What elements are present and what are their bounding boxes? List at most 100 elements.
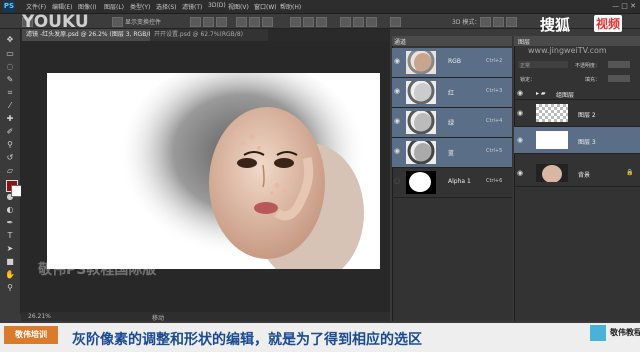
eye-icon[interactable]: ◉: [517, 169, 523, 177]
fill-input[interactable]: [608, 75, 630, 82]
align-hcenter-icon[interactable]: [249, 17, 260, 27]
clone-stamp-tool-icon[interactable]: ⚲: [5, 140, 15, 150]
distribute-hcenter-icon[interactable]: [353, 17, 364, 27]
distribute-right-icon[interactable]: [366, 17, 377, 27]
quick-select-tool-icon[interactable]: ✎: [5, 75, 15, 85]
opacity-input[interactable]: [608, 61, 630, 68]
eye-icon[interactable]: ◉: [394, 87, 400, 95]
hand-tool-icon[interactable]: ✋: [5, 270, 15, 280]
distribute-bottom-icon[interactable]: [316, 17, 327, 27]
layer-name: 图层 3: [578, 139, 596, 146]
layer-row-2[interactable]: ◉ 图层 2: [514, 100, 640, 127]
tab-document-2[interactable]: 开开设置.psd @ 62.7%(RGB/8): [150, 29, 268, 41]
3d-roll-icon[interactable]: [493, 17, 504, 27]
channel-name: Alpha 1: [448, 178, 471, 185]
window-controls[interactable]: — □ ✕: [612, 2, 636, 10]
shape-tool-icon[interactable]: ■: [5, 257, 15, 267]
caption-logo: 敬伟培训: [4, 326, 58, 344]
align-vcenter-icon[interactable]: [203, 17, 214, 27]
menu-image[interactable]: 图像(I): [78, 2, 96, 11]
eye-icon[interactable]: ◉: [394, 117, 400, 125]
channel-shortcut: Ctrl+5: [486, 148, 503, 154]
eye-icon[interactable]: ◉: [517, 109, 523, 117]
zoom-tool-icon[interactable]: ⚲: [5, 283, 15, 293]
channel-thumbnail: [406, 111, 436, 134]
3d-mode-label: 3D 模式：: [452, 19, 481, 26]
caption-text: 灰阶像素的调整和形状的编辑，就是为了得到相应的选区: [72, 332, 422, 348]
3d-pan-icon[interactable]: [506, 17, 517, 27]
pen-tool-icon[interactable]: ✒: [5, 218, 15, 228]
brand-logo-icon: [590, 325, 606, 341]
show-transform-label: 显示变换控件: [125, 19, 162, 26]
channel-thumbnail: [406, 171, 436, 194]
canvas-image[interactable]: [47, 73, 380, 269]
marquee-tool-icon[interactable]: ▭: [5, 49, 15, 59]
align-right-icon[interactable]: [262, 17, 273, 27]
show-transform-checkbox[interactable]: [112, 17, 123, 27]
layer-thumbnail: [536, 131, 568, 149]
channel-name: RGB: [448, 58, 461, 65]
menu-edit[interactable]: 编辑(E): [52, 2, 72, 11]
eye-icon[interactable]: ◉: [394, 57, 400, 65]
channel-row-blue[interactable]: ◉ 蓝 Ctrl+5: [392, 138, 512, 168]
tools-panel: ✥ ▭ ◌ ✎ ⌗ ⁄ ✚ ✐ ⚲ ↺ ▱ ▤ ● ◐ ✒ T ➤ ■ ✋ ⚲: [0, 29, 21, 314]
move-tool-icon[interactable]: ✥: [5, 35, 15, 45]
eye-icon[interactable]: ◌: [394, 177, 400, 185]
lasso-tool-icon[interactable]: ◌: [5, 62, 15, 72]
healing-brush-tool-icon[interactable]: ✚: [5, 114, 15, 124]
tab-document-1[interactable]: 滤镜 -红头发原.psd @ 26.2% (图层 3, RGB/8) *: [22, 29, 159, 41]
tab-channels[interactable]: 通道: [394, 37, 406, 46]
zoom-level[interactable]: 26.21%: [28, 313, 51, 320]
menu-view[interactable]: 视图(V): [228, 2, 249, 11]
photoshop-logo-icon: PS: [3, 1, 15, 12]
channel-row-rgb[interactable]: ◉ RGB Ctrl+2: [392, 48, 512, 78]
eye-icon[interactable]: ◉: [517, 89, 523, 97]
eye-icon[interactable]: ◉: [517, 136, 523, 144]
lock-icon: 🔒: [626, 169, 634, 176]
distribute-center-icon[interactable]: [303, 17, 314, 27]
menu-help[interactable]: 帮助(H): [280, 2, 301, 11]
menu-type[interactable]: 类型(Y): [130, 2, 150, 11]
layer-name: 图层 2: [578, 112, 596, 119]
eye-icon[interactable]: ◉: [394, 147, 400, 155]
layer-row-background[interactable]: ◉ 背景 🔒: [514, 160, 640, 187]
channel-shortcut: Ctrl+4: [486, 118, 503, 124]
menu-select[interactable]: 选择(S): [156, 2, 177, 11]
channel-thumbnail: [406, 141, 436, 164]
menu-file[interactable]: 文件(F): [26, 2, 46, 11]
history-brush-tool-icon[interactable]: ↺: [5, 153, 15, 163]
channel-row-alpha[interactable]: ◌ Alpha 1 Ctrl+6: [392, 168, 512, 198]
crop-tool-icon[interactable]: ⌗: [5, 88, 15, 98]
3d-rotate-icon[interactable]: [480, 17, 491, 27]
channel-row-green[interactable]: ◉ 绿 Ctrl+4: [392, 108, 512, 138]
caption-brand: 敬伟教程: [610, 328, 640, 337]
fill-label: 填充：: [585, 77, 601, 83]
layer-thumbnail: [536, 164, 568, 183]
document-tabs: 滤镜 -红头发原.psd @ 26.2% (图层 3, RGB/8) * 开开设…: [20, 29, 390, 41]
type-tool-icon[interactable]: T: [5, 231, 15, 241]
path-select-tool-icon[interactable]: ➤: [5, 244, 15, 254]
auto-align-icon[interactable]: [390, 17, 401, 27]
distribute-top-icon[interactable]: [290, 17, 301, 27]
menu-filter[interactable]: 滤镜(T): [182, 2, 202, 11]
brush-tool-icon[interactable]: ✐: [5, 127, 15, 137]
distribute-left-icon[interactable]: [340, 17, 351, 27]
menu-3d[interactable]: 3D(D): [208, 2, 226, 9]
align-bottom-icon[interactable]: [216, 17, 227, 27]
layer-group-row[interactable]: ◉ ▸ ▰ 组图层: [514, 87, 640, 100]
layers-watermark: www.jingweiTV.com: [528, 46, 607, 55]
tab-layers[interactable]: 图层: [518, 37, 530, 46]
dodge-tool-icon[interactable]: ◐: [5, 205, 15, 215]
align-top-icon[interactable]: [190, 17, 201, 27]
eraser-tool-icon[interactable]: ▱: [5, 166, 15, 176]
channel-name: 红: [448, 90, 455, 97]
channel-shortcut: Ctrl+2: [486, 58, 503, 64]
align-left-icon[interactable]: [236, 17, 247, 27]
menu-window[interactable]: 窗口(W): [254, 2, 277, 11]
eyedropper-tool-icon[interactable]: ⁄: [5, 101, 15, 111]
menu-layer[interactable]: 图层(L): [104, 2, 124, 11]
channel-row-red[interactable]: ◉ 红 Ctrl+3: [392, 78, 512, 108]
menu-bar: PS 文件(F) 编辑(E) 图像(I) 图层(L) 类型(Y) 选择(S) 滤…: [0, 0, 640, 14]
layer-row-3[interactable]: ◉ 图层 3: [514, 127, 640, 154]
sohu-video-badge: 视频: [594, 15, 623, 32]
